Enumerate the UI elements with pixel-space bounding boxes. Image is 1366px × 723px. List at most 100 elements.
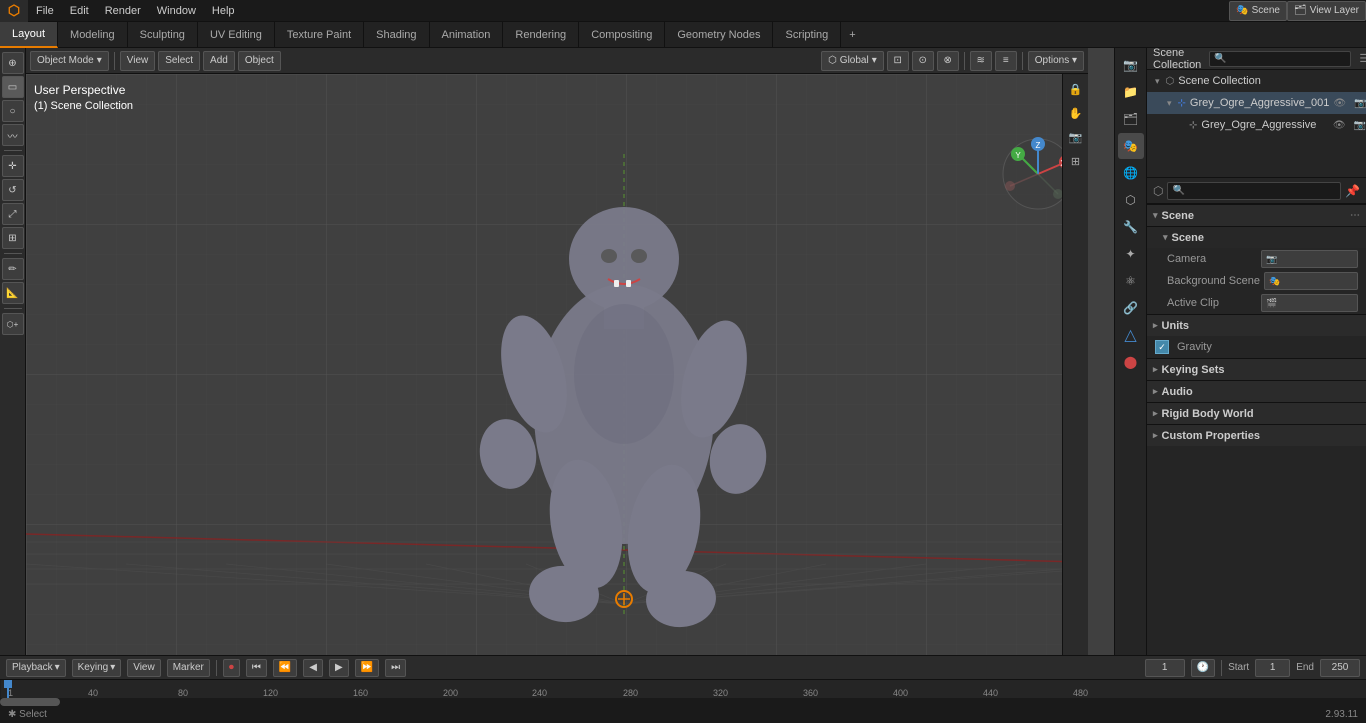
tab-uv-editing[interactable]: UV Editing — [198, 22, 275, 48]
graph-btn[interactable]: ≋ — [970, 51, 992, 71]
scene-props-btn[interactable]: 🎭 — [1118, 133, 1144, 159]
lasso-select-tool[interactable]: 〰 — [2, 124, 24, 146]
view-menu[interactable]: View — [120, 51, 156, 71]
menu-help[interactable]: Help — [204, 0, 243, 22]
outliner-item-scene-collection[interactable]: ▾ ⬡ Scene Collection — [1147, 70, 1366, 92]
viewport-3d[interactable]: Object Mode ▾ View Select Add Object ⬡ G… — [26, 48, 1114, 655]
transform-tool[interactable]: ⊞ — [2, 227, 24, 249]
lock-to-object-btn[interactable]: 🔒 — [1065, 78, 1087, 100]
active-clip-value[interactable]: 🎬 — [1261, 294, 1358, 312]
armature-visibility-icon[interactable]: 👁 — [1333, 98, 1346, 109]
timeline-ruler[interactable]: 1 40 80 120 160 200 240 280 320 360 — [0, 680, 1366, 706]
current-frame-input[interactable] — [1145, 659, 1185, 677]
mode-dropdown[interactable]: Object Mode ▾ — [30, 51, 109, 71]
rotate-tool[interactable]: ↺ — [2, 179, 24, 201]
filter-btn[interactable]: ≡ — [995, 51, 1017, 71]
circle-select-tool[interactable]: ○ — [2, 100, 24, 122]
frame-clock-btn[interactable]: 🕐 — [1191, 659, 1215, 677]
menu-render[interactable]: Render — [97, 0, 149, 22]
annotate-tool[interactable]: ✏ — [2, 258, 24, 280]
physics-props-btn[interactable]: ⚛ — [1118, 268, 1144, 294]
background-scene-value[interactable]: 🎭 — [1264, 272, 1358, 290]
menu-edit[interactable]: Edit — [62, 0, 97, 22]
transform-orientations[interactable]: ⬡ Global ▾ — [821, 51, 884, 71]
measure-tool[interactable]: 📐 — [2, 282, 24, 304]
tab-sculpting[interactable]: Sculpting — [128, 22, 198, 48]
tab-shading[interactable]: Shading — [364, 22, 429, 48]
add-menu[interactable]: Add — [203, 51, 235, 71]
tab-layout[interactable]: Layout — [0, 22, 58, 48]
particles-props-btn[interactable]: ✦ — [1118, 241, 1144, 267]
move-tool[interactable]: ✛ — [2, 155, 24, 177]
grid-view-btn[interactable]: ⊞ — [1065, 150, 1087, 172]
step-forward-btn[interactable]: ⏩ — [355, 659, 379, 677]
object-menu[interactable]: Object — [238, 51, 281, 71]
render-props-btn[interactable]: 📷 — [1118, 52, 1144, 78]
camera-value[interactable]: 📷 — [1261, 250, 1358, 268]
snap-align-btn[interactable]: ⊗ — [937, 51, 959, 71]
view-menu-timeline[interactable]: View — [127, 659, 161, 677]
keying-menu[interactable]: Keying ▾ — [72, 659, 122, 677]
record-btn[interactable]: ⏺ — [223, 659, 240, 677]
options-btn[interactable]: Options ▾ — [1028, 51, 1084, 71]
end-frame-input[interactable] — [1320, 659, 1360, 677]
world-props-btn[interactable]: 🌐 — [1118, 160, 1144, 186]
mesh-visibility-icon[interactable]: 👁 — [1333, 120, 1346, 131]
select-tool[interactable]: ▭ — [2, 76, 24, 98]
outliner-item-mesh[interactable]: ⊹ Grey_Ogre_Aggressive 👁 📷 — [1147, 114, 1366, 136]
add-cube-tool[interactable]: ⬡+ — [2, 313, 24, 335]
playback-menu[interactable]: Playback ▾ — [6, 659, 66, 677]
tab-rendering[interactable]: Rendering — [503, 22, 579, 48]
rigid-body-section-header[interactable]: ▸ Rigid Body World — [1147, 402, 1366, 424]
play-btn[interactable]: ▶ — [329, 659, 349, 677]
tab-scripting[interactable]: Scripting — [773, 22, 841, 48]
props-back-btn[interactable]: ⬡ — [1153, 184, 1163, 198]
props-search-input[interactable] — [1167, 182, 1341, 200]
tab-compositing[interactable]: Compositing — [579, 22, 665, 48]
camera-view-btn[interactable]: 📷 — [1065, 126, 1087, 148]
modifier-props-btn[interactable]: 🔧 — [1118, 214, 1144, 240]
scene-subsection-header[interactable]: ▾ Scene — [1147, 226, 1366, 248]
tab-geometry-nodes[interactable]: Geometry Nodes — [665, 22, 773, 48]
tab-animation[interactable]: Animation — [430, 22, 504, 48]
jump-start-btn[interactable]: ⏮ — [246, 659, 267, 677]
object-data-props-btn[interactable]: △ — [1118, 322, 1144, 348]
scene-selector[interactable]: 🎭 Scene — [1229, 1, 1287, 21]
gravity-checkbox[interactable]: ✓ — [1155, 340, 1169, 354]
select-menu[interactable]: Select — [158, 51, 200, 71]
cursor-tool[interactable]: ⊕ — [2, 52, 24, 74]
start-frame-input[interactable] — [1255, 659, 1290, 677]
add-workspace-btn[interactable]: + — [841, 29, 863, 41]
outliner-search-input[interactable] — [1209, 51, 1351, 67]
play-back-btn[interactable]: ◀ — [303, 659, 323, 677]
mesh-render-icon[interactable]: 📷 — [1354, 120, 1366, 131]
menu-file[interactable]: File — [28, 0, 62, 22]
tab-modeling[interactable]: Modeling — [58, 22, 128, 48]
outliner-item-armature[interactable]: ▾ ⊹ Grey_Ogre_Aggressive_001 👁 📷 — [1147, 92, 1366, 114]
scene-section-options[interactable]: ⋯ — [1350, 210, 1360, 221]
outliner-filter-btn[interactable]: ☰ — [1359, 52, 1366, 65]
proportional-edit-btn[interactable]: ⊙ — [912, 51, 934, 71]
material-props-btn[interactable]: ⬤ — [1118, 349, 1144, 375]
props-pin-btn[interactable]: 📌 — [1345, 184, 1360, 198]
step-back-btn[interactable]: ⏪ — [273, 659, 297, 677]
custom-props-section-header[interactable]: ▸ Custom Properties — [1147, 424, 1366, 446]
tab-texture-paint[interactable]: Texture Paint — [275, 22, 364, 48]
hand-btn[interactable]: ✋ — [1065, 102, 1087, 124]
scale-tool[interactable]: ⤢ — [2, 203, 24, 225]
constraints-props-btn[interactable]: 🔗 — [1118, 295, 1144, 321]
audio-section-header[interactable]: ▸ Audio — [1147, 380, 1366, 402]
marker-menu[interactable]: Marker — [167, 659, 210, 677]
scene-subsection-title: Scene — [1172, 232, 1204, 244]
keying-sets-section-header[interactable]: ▸ Keying Sets — [1147, 358, 1366, 380]
jump-end-btn[interactable]: ⏭ — [385, 659, 406, 677]
object-props-btn[interactable]: ⬡ — [1118, 187, 1144, 213]
scene-section-header[interactable]: ▾ Scene ⋯ — [1147, 204, 1366, 226]
view-layer-selector[interactable]: 🗂 View Layer — [1287, 1, 1366, 21]
output-props-btn[interactable]: 📁 — [1118, 79, 1144, 105]
view-layer-props-btn[interactable]: 🗂 — [1118, 106, 1144, 132]
menu-window[interactable]: Window — [149, 0, 204, 22]
snap-btn[interactable]: ⊡ — [887, 51, 909, 71]
armature-render-icon[interactable]: 📷 — [1354, 98, 1366, 109]
units-section-header[interactable]: ▸ Units — [1147, 314, 1366, 336]
